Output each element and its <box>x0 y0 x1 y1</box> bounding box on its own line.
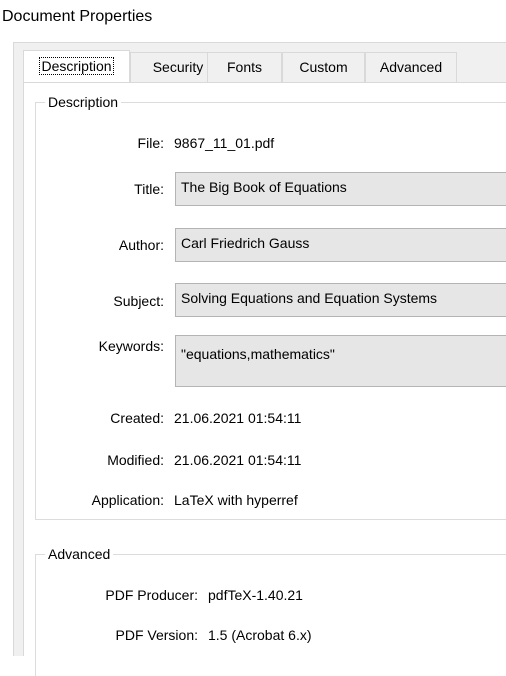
tab-custom-label: Custom <box>299 59 348 75</box>
advanced-group-title: Advanced <box>48 546 111 562</box>
subject-field[interactable]: Solving Equations and Equation Systems <box>175 283 506 317</box>
dialog-title: Document Properties <box>2 8 153 25</box>
pdf-version-label: PDF Version: <box>115 627 198 643</box>
title-label: Title: <box>134 181 164 197</box>
title-field[interactable]: The Big Book of Equations <box>175 172 506 206</box>
author-field[interactable]: Carl Friedrich Gauss <box>175 228 506 262</box>
file-value: 9867_11_01.pdf <box>174 135 275 151</box>
pdf-producer-label: PDF Producer: <box>105 587 198 603</box>
tab-advanced-label: Advanced <box>379 59 443 75</box>
tab-description-label: Description <box>39 57 114 75</box>
keywords-field[interactable]: "equations,mathematics" <box>175 335 506 387</box>
description-group-title: Description <box>48 94 119 110</box>
pdf-producer-value: pdfTeX-1.40.21 <box>208 587 303 603</box>
modified-label: Modified: <box>107 452 164 468</box>
tab-security-label: Security <box>152 59 204 75</box>
tab-content: Description File: 9867_11_01.pdf Title: … <box>23 82 506 676</box>
file-label: File: <box>137 135 164 151</box>
pdf-version-value: 1.5 (Acrobat 6.x) <box>208 627 312 643</box>
keywords-label: Keywords: <box>98 338 164 354</box>
tab-fonts-label: Fonts <box>226 59 262 75</box>
tab-description[interactable]: Description <box>23 50 130 83</box>
created-label: Created: <box>110 410 164 426</box>
subject-label: Subject: <box>113 293 164 309</box>
modified-value: 21.06.2021 01:54:11 <box>174 452 302 468</box>
author-label: Author: <box>118 237 164 253</box>
tab-advanced[interactable]: Advanced <box>365 52 457 83</box>
tab-fonts[interactable]: Fonts <box>207 52 282 83</box>
created-value: 21.06.2021 01:54:11 <box>174 410 302 426</box>
advanced-group: Advanced <box>35 546 506 676</box>
application-label: Application: <box>91 492 164 508</box>
application-value: LaTeX with hyperref <box>174 492 298 508</box>
tab-custom[interactable]: Custom <box>282 52 365 83</box>
